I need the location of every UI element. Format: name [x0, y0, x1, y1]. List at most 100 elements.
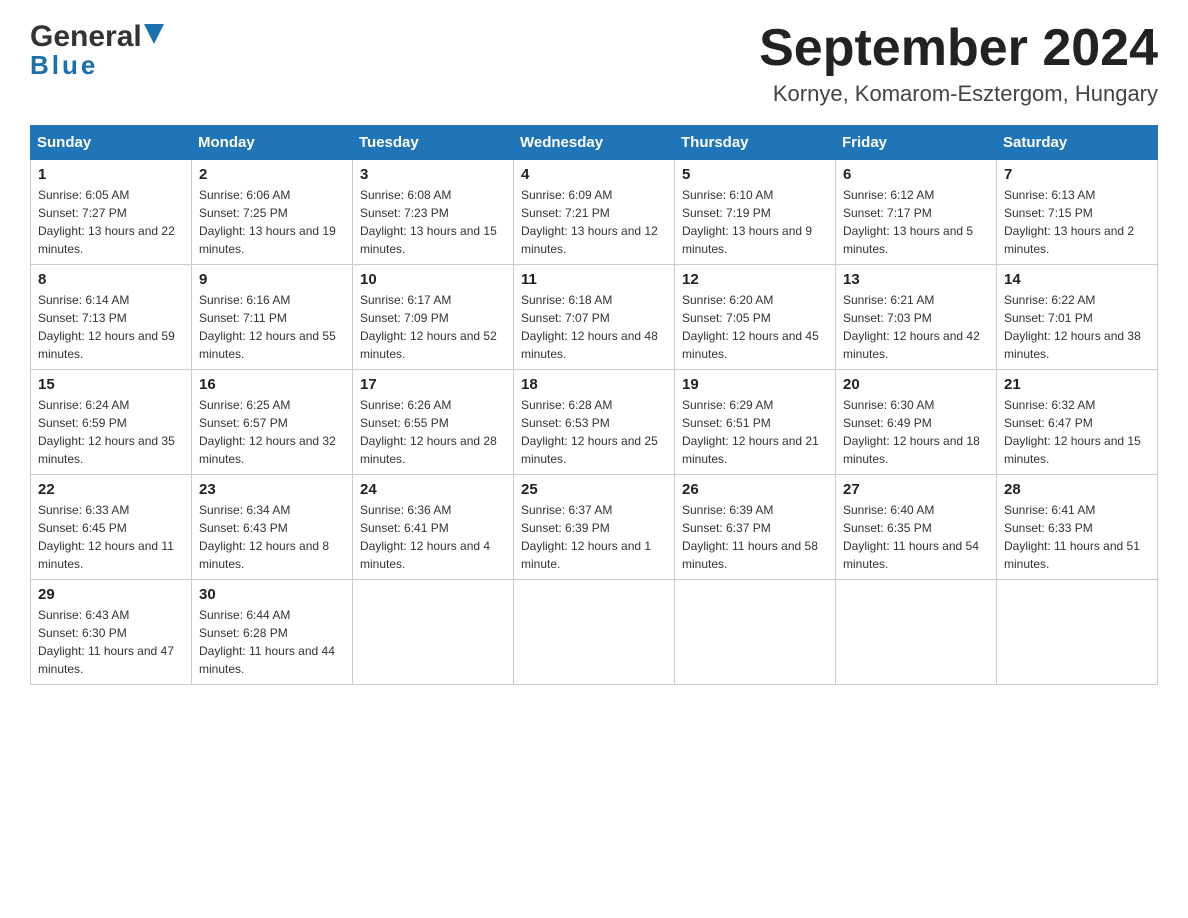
day-info: Sunrise: 6:25 AMSunset: 6:57 PMDaylight:…	[199, 396, 345, 468]
day-info: Sunrise: 6:06 AMSunset: 7:25 PMDaylight:…	[199, 186, 345, 258]
day-info: Sunrise: 6:16 AMSunset: 7:11 PMDaylight:…	[199, 291, 345, 363]
calendar-cell	[675, 580, 836, 685]
calendar-cell	[514, 580, 675, 685]
calendar-cell	[997, 580, 1158, 685]
day-info: Sunrise: 6:08 AMSunset: 7:23 PMDaylight:…	[360, 186, 506, 258]
day-number: 18	[521, 376, 667, 393]
day-number: 13	[843, 271, 989, 288]
day-number: 5	[682, 166, 828, 183]
day-info: Sunrise: 6:37 AMSunset: 6:39 PMDaylight:…	[521, 501, 667, 573]
col-thursday: Thursday	[675, 126, 836, 160]
calendar-cell: 22 Sunrise: 6:33 AMSunset: 6:45 PMDayligh…	[31, 475, 192, 580]
calendar-cell: 26 Sunrise: 6:39 AMSunset: 6:37 PMDayligh…	[675, 475, 836, 580]
week-row-4: 22 Sunrise: 6:33 AMSunset: 6:45 PMDayligh…	[31, 475, 1158, 580]
calendar-cell: 14 Sunrise: 6:22 AMSunset: 7:01 PMDayligh…	[997, 265, 1158, 370]
header-row: Sunday Monday Tuesday Wednesday Thursday…	[31, 126, 1158, 160]
logo-arrow-icon	[144, 24, 164, 50]
col-friday: Friday	[836, 126, 997, 160]
day-info: Sunrise: 6:44 AMSunset: 6:28 PMDaylight:…	[199, 606, 345, 678]
calendar-cell: 24Sunrise: 6:36 AMSunset: 6:41 PMDayligh…	[353, 475, 514, 580]
calendar-cell	[836, 580, 997, 685]
logo-blue-text: Blue	[30, 50, 98, 81]
day-number: 3	[360, 166, 506, 183]
day-info: Sunrise: 6:36 AMSunset: 6:41 PMDaylight:…	[360, 501, 506, 573]
week-row-3: 15 Sunrise: 6:24 AMSunset: 6:59 PMDayligh…	[31, 370, 1158, 475]
day-info: Sunrise: 6:21 AMSunset: 7:03 PMDaylight:…	[843, 291, 989, 363]
day-number: 15	[38, 376, 184, 393]
calendar-subtitle: Kornye, Komarom-Esztergom, Hungary	[759, 81, 1158, 107]
day-number: 16	[199, 376, 345, 393]
calendar-cell: 27 Sunrise: 6:40 AMSunset: 6:35 PMDayligh…	[836, 475, 997, 580]
day-info: Sunrise: 6:10 AMSunset: 7:19 PMDaylight:…	[682, 186, 828, 258]
calendar-title: September 2024	[759, 20, 1158, 77]
col-tuesday: Tuesday	[353, 126, 514, 160]
calendar-cell: 15 Sunrise: 6:24 AMSunset: 6:59 PMDayligh…	[31, 370, 192, 475]
day-number: 7	[1004, 166, 1150, 183]
calendar-cell: 20 Sunrise: 6:30 AMSunset: 6:49 PMDayligh…	[836, 370, 997, 475]
day-info: Sunrise: 6:39 AMSunset: 6:37 PMDaylight:…	[682, 501, 828, 573]
logo: General Blue	[30, 20, 164, 81]
day-number: 30	[199, 586, 345, 603]
calendar-cell: 11 Sunrise: 6:18 AMSunset: 7:07 PMDayligh…	[514, 265, 675, 370]
day-number: 12	[682, 271, 828, 288]
page-header: General Blue September 2024 Kornye, Koma…	[30, 20, 1158, 107]
day-info: Sunrise: 6:29 AMSunset: 6:51 PMDaylight:…	[682, 396, 828, 468]
calendar-cell: 29Sunrise: 6:43 AMSunset: 6:30 PMDayligh…	[31, 580, 192, 685]
calendar-cell: 9 Sunrise: 6:16 AMSunset: 7:11 PMDaylight…	[192, 265, 353, 370]
day-number: 28	[1004, 481, 1150, 498]
day-info: Sunrise: 6:40 AMSunset: 6:35 PMDaylight:…	[843, 501, 989, 573]
col-wednesday: Wednesday	[514, 126, 675, 160]
day-info: Sunrise: 6:09 AMSunset: 7:21 PMDaylight:…	[521, 186, 667, 258]
logo-general-text: General	[30, 20, 142, 54]
day-number: 23	[199, 481, 345, 498]
day-number: 11	[521, 271, 667, 288]
calendar-table: Sunday Monday Tuesday Wednesday Thursday…	[30, 125, 1158, 685]
day-info: Sunrise: 6:32 AMSunset: 6:47 PMDaylight:…	[1004, 396, 1150, 468]
calendar-cell: 2 Sunrise: 6:06 AMSunset: 7:25 PMDaylight…	[192, 160, 353, 265]
week-row-1: 1 Sunrise: 6:05 AMSunset: 7:27 PMDaylight…	[31, 160, 1158, 265]
calendar-cell: 18Sunrise: 6:28 AMSunset: 6:53 PMDayligh…	[514, 370, 675, 475]
calendar-cell: 21 Sunrise: 6:32 AMSunset: 6:47 PMDayligh…	[997, 370, 1158, 475]
calendar-cell	[353, 580, 514, 685]
day-info: Sunrise: 6:17 AMSunset: 7:09 PMDaylight:…	[360, 291, 506, 363]
col-sunday: Sunday	[31, 126, 192, 160]
day-info: Sunrise: 6:13 AMSunset: 7:15 PMDaylight:…	[1004, 186, 1150, 258]
day-info: Sunrise: 6:12 AMSunset: 7:17 PMDaylight:…	[843, 186, 989, 258]
col-saturday: Saturday	[997, 126, 1158, 160]
day-info: Sunrise: 6:30 AMSunset: 6:49 PMDaylight:…	[843, 396, 989, 468]
day-number: 6	[843, 166, 989, 183]
day-info: Sunrise: 6:26 AMSunset: 6:55 PMDaylight:…	[360, 396, 506, 468]
calendar-cell: 5 Sunrise: 6:10 AMSunset: 7:19 PMDaylight…	[675, 160, 836, 265]
day-number: 2	[199, 166, 345, 183]
day-number: 25	[521, 481, 667, 498]
week-row-5: 29Sunrise: 6:43 AMSunset: 6:30 PMDayligh…	[31, 580, 1158, 685]
day-number: 27	[843, 481, 989, 498]
calendar-cell: 16 Sunrise: 6:25 AMSunset: 6:57 PMDayligh…	[192, 370, 353, 475]
calendar-cell: 10 Sunrise: 6:17 AMSunset: 7:09 PMDayligh…	[353, 265, 514, 370]
day-number: 17	[360, 376, 506, 393]
calendar-cell: 3 Sunrise: 6:08 AMSunset: 7:23 PMDaylight…	[353, 160, 514, 265]
week-row-2: 8Sunrise: 6:14 AMSunset: 7:13 PMDaylight…	[31, 265, 1158, 370]
calendar-cell: 4Sunrise: 6:09 AMSunset: 7:21 PMDaylight…	[514, 160, 675, 265]
day-number: 1	[38, 166, 184, 183]
day-info: Sunrise: 6:24 AMSunset: 6:59 PMDaylight:…	[38, 396, 184, 468]
day-info: Sunrise: 6:05 AMSunset: 7:27 PMDaylight:…	[38, 186, 184, 258]
day-number: 20	[843, 376, 989, 393]
day-info: Sunrise: 6:18 AMSunset: 7:07 PMDaylight:…	[521, 291, 667, 363]
day-number: 14	[1004, 271, 1150, 288]
day-number: 10	[360, 271, 506, 288]
day-number: 26	[682, 481, 828, 498]
calendar-cell: 25 Sunrise: 6:37 AMSunset: 6:39 PMDayligh…	[514, 475, 675, 580]
day-info: Sunrise: 6:34 AMSunset: 6:43 PMDaylight:…	[199, 501, 345, 573]
day-number: 9	[199, 271, 345, 288]
day-number: 21	[1004, 376, 1150, 393]
calendar-cell: 13 Sunrise: 6:21 AMSunset: 7:03 PMDayligh…	[836, 265, 997, 370]
day-info: Sunrise: 6:22 AMSunset: 7:01 PMDaylight:…	[1004, 291, 1150, 363]
col-monday: Monday	[192, 126, 353, 160]
day-info: Sunrise: 6:33 AMSunset: 6:45 PMDaylight:…	[38, 501, 184, 573]
day-info: Sunrise: 6:20 AMSunset: 7:05 PMDaylight:…	[682, 291, 828, 363]
calendar-cell: 17 Sunrise: 6:26 AMSunset: 6:55 PMDayligh…	[353, 370, 514, 475]
day-info: Sunrise: 6:43 AMSunset: 6:30 PMDaylight:…	[38, 606, 184, 678]
calendar-cell: 12 Sunrise: 6:20 AMSunset: 7:05 PMDayligh…	[675, 265, 836, 370]
day-number: 22	[38, 481, 184, 498]
